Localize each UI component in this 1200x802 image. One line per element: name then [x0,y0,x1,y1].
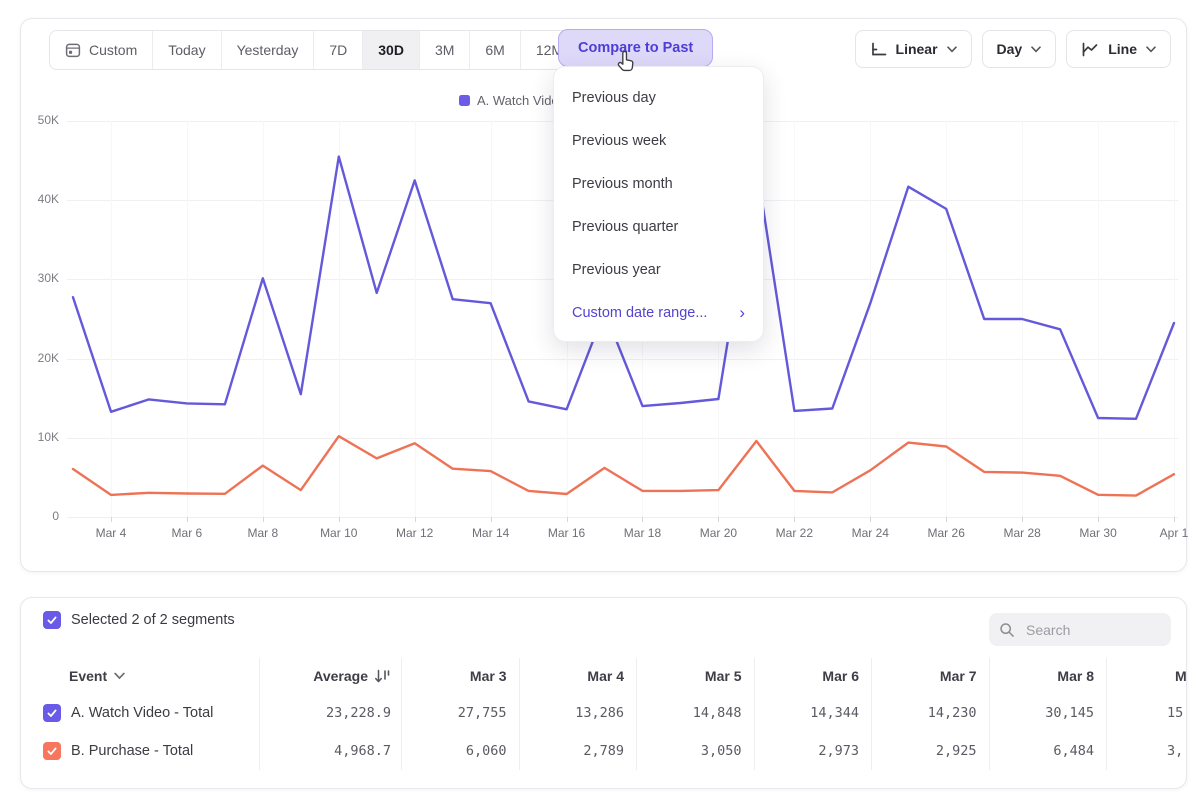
menu-item-previous-month[interactable]: Previous month [554,162,763,205]
scale-dropdown[interactable]: Linear [855,30,972,68]
menu-item-previous-quarter[interactable]: Previous quarter [554,205,763,248]
menu-item-custom-date-range[interactable]: Custom date range... › [554,291,763,334]
column-header-label: Mar 7 [940,668,977,684]
clipped-value-cell: 3, [1106,732,1187,770]
interval-dropdown-label: Day [997,41,1023,57]
range-button-6m[interactable]: 6M [469,31,519,69]
column-header-label: Mar 8 [1057,668,1094,684]
select-all-checkbox[interactable] [43,611,61,629]
range-button-label: 6M [485,42,504,58]
column-header-label: Mar 3 [470,668,507,684]
range-button-label: 3M [435,42,454,58]
search-icon [999,622,1015,638]
segments-table: Event Average Mar 3 Mar 4 Mar 5 Mar 6 Mar 7 Mar… [21,658,1187,770]
range-button-today[interactable]: Today [152,31,220,69]
row-checkbox[interactable] [43,704,61,722]
selected-segments-label: Selected 2 of 2 segments [71,612,235,628]
column-header-event[interactable]: Event [21,658,259,694]
column-header-label: Mar 4 [587,668,624,684]
column-header-label: Event [69,668,107,684]
table-header-row: Event Average Mar 3 Mar 4 Mar 5 Mar 6 Mar 7 Mar… [21,658,1187,694]
clipped-value-cell: 15, [1106,694,1187,732]
series-line-purchase[interactable] [73,436,1174,495]
column-header-label: M [1175,668,1187,684]
date-range-group: CustomTodayYesterday7D30D3M6M12M [49,30,579,70]
menu-item-previous-year[interactable]: Previous year [554,248,763,291]
chevron-down-icon [114,672,125,680]
value-cell: 3,050 [636,732,754,770]
range-button-custom[interactable]: Custom [50,31,152,69]
event-name: A. Watch Video - Total [71,705,213,721]
value-cell: 13,286 [519,694,637,732]
event-name: B. Purchase - Total [71,743,193,759]
compare-to-past-button[interactable]: Compare to Past [558,29,713,67]
search-box[interactable] [989,613,1171,646]
menu-item-previous-day[interactable]: Previous day [554,76,763,119]
value-cell: 6,060 [401,732,519,770]
chevron-right-icon: › [739,304,745,321]
range-button-label: Today [168,42,205,58]
row-checkbox[interactable] [43,742,61,760]
value-cell: 27,755 [401,694,519,732]
average-cell: 23,228.9 [259,694,401,732]
line-chart-icon [1081,42,1099,57]
chart-controls: Linear Day Line [855,30,1171,68]
table-row[interactable]: B. Purchase - Total 4,968.76,0602,7893,05… [21,732,1187,770]
search-input[interactable] [1024,621,1158,639]
column-header-clipped: M [1106,658,1187,694]
value-cell: 2,925 [871,732,989,770]
range-button-30d[interactable]: 30D [362,31,419,69]
range-button-7d[interactable]: 7D [313,31,362,69]
calendar-icon [65,42,81,58]
segments-table-card: Selected 2 of 2 segments Event Average Mar… [20,597,1187,789]
axis-scale-icon [870,42,887,57]
range-button-3m[interactable]: 3M [419,31,469,69]
range-button-yesterday[interactable]: Yesterday [221,31,314,69]
column-header-mar-6[interactable]: Mar 6 [754,658,872,694]
column-header-mar-5[interactable]: Mar 5 [636,658,754,694]
column-header-mar-8[interactable]: Mar 8 [989,658,1107,694]
range-button-label: 7D [329,42,347,58]
chevron-down-icon [1146,46,1156,53]
value-cell: 6,484 [989,732,1107,770]
menu-item-label: Custom date range... [572,305,707,321]
compare-to-past-menu: Previous dayPrevious weekPrevious monthP… [553,66,764,342]
interval-dropdown[interactable]: Day [982,30,1057,68]
menu-item-previous-week[interactable]: Previous week [554,119,763,162]
range-button-label: 30D [378,42,404,58]
chart-type-dropdown[interactable]: Line [1066,30,1171,68]
event-cell: B. Purchase - Total [21,732,259,770]
analytics-dashboard: { "toolbar": { "date_ranges": ["Custom",… [0,0,1200,802]
range-button-label: Custom [89,42,137,58]
chevron-down-icon [947,46,957,53]
column-header-label: Mar 6 [822,668,859,684]
column-header-average[interactable]: Average [259,658,401,694]
range-button-label: Yesterday [237,42,299,58]
column-header-mar-4[interactable]: Mar 4 [519,658,637,694]
event-cell: A. Watch Video - Total [21,694,259,732]
column-header-mar-3[interactable]: Mar 3 [401,658,519,694]
value-cell: 30,145 [989,694,1107,732]
value-cell: 14,230 [871,694,989,732]
chart-type-dropdown-label: Line [1108,41,1137,57]
column-header-label: Mar 5 [705,668,742,684]
value-cell: 14,344 [754,694,872,732]
value-cell: 14,848 [636,694,754,732]
scale-dropdown-label: Linear [896,41,938,57]
value-cell: 2,789 [519,732,637,770]
column-header-mar-7[interactable]: Mar 7 [871,658,989,694]
chevron-down-icon [1031,46,1041,53]
sort-descending-icon [374,669,391,684]
average-cell: 4,968.7 [259,732,401,770]
value-cell: 2,973 [754,732,872,770]
column-header-label: Average [313,668,368,684]
table-row[interactable]: A. Watch Video - Total 23,228.927,75513,2… [21,694,1187,732]
